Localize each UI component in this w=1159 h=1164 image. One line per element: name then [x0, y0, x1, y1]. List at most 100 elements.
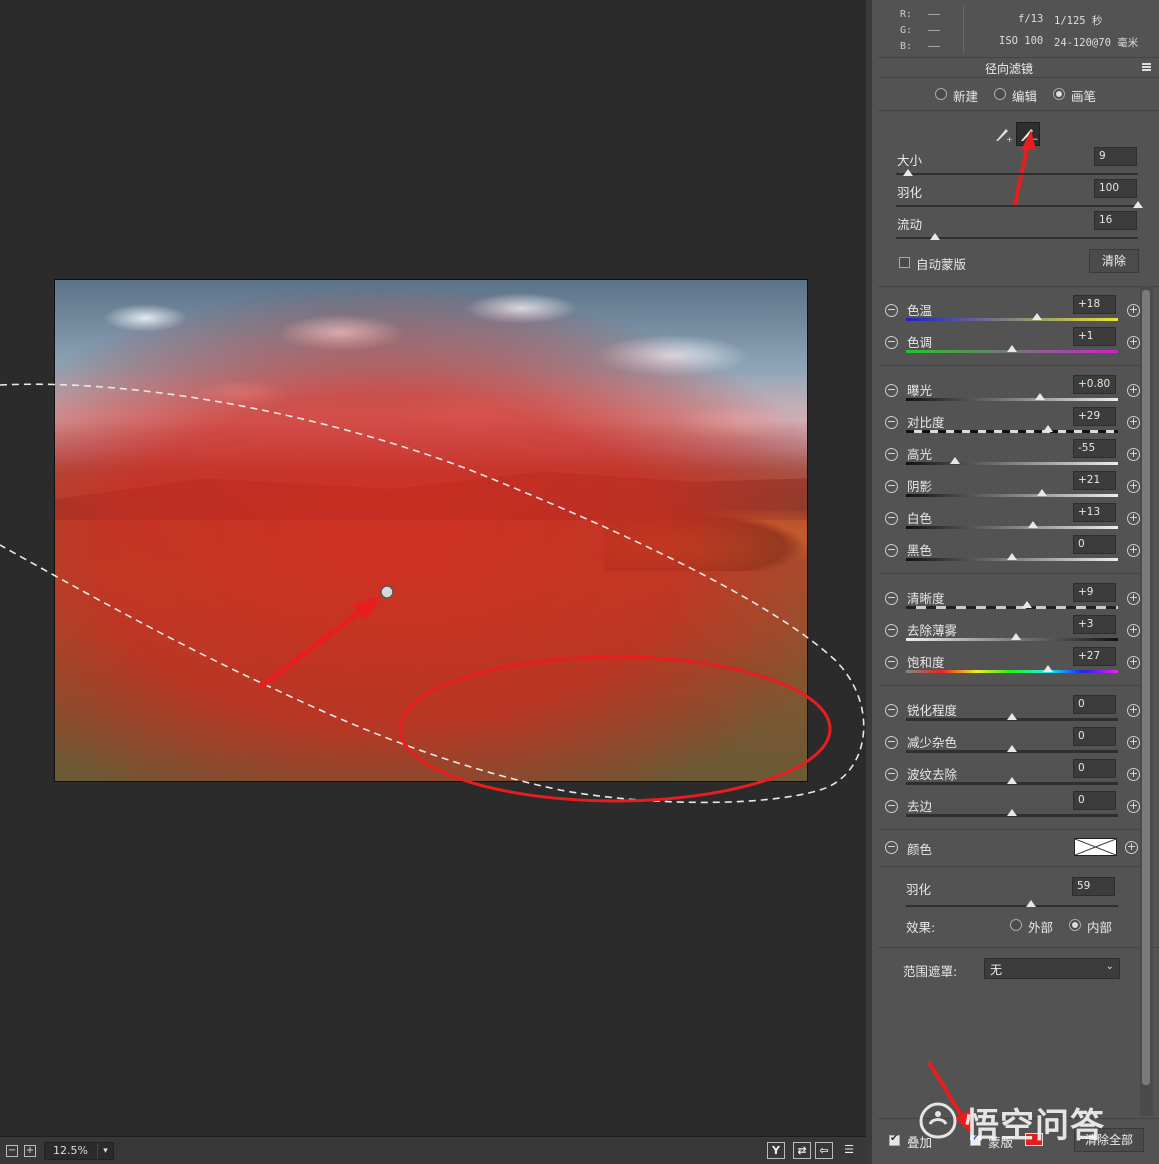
- adjustment-slider[interactable]: [906, 398, 1118, 401]
- increase-button[interactable]: +: [1127, 480, 1140, 493]
- clear-button[interactable]: 清除: [1089, 249, 1139, 273]
- panel-menu-icon[interactable]: [1142, 63, 1151, 71]
- decrease-button[interactable]: −: [885, 736, 898, 749]
- decrease-button[interactable]: −: [885, 512, 898, 525]
- adjustment-slider[interactable]: [906, 318, 1118, 321]
- zoom-out-button[interactable]: −: [6, 1145, 18, 1157]
- adjustment-slider-thumb[interactable]: [1011, 633, 1022, 640]
- decrease-button[interactable]: −: [885, 448, 898, 461]
- radial-filter-pin[interactable]: [380, 585, 394, 599]
- adjustment-value-input[interactable]: +1: [1073, 327, 1116, 346]
- color-swatch[interactable]: [1074, 838, 1117, 856]
- adjustment-slider[interactable]: [906, 670, 1118, 673]
- adjustment-slider-thumb[interactable]: [1043, 425, 1054, 432]
- adjustment-slider[interactable]: [906, 462, 1118, 465]
- brush-flow-input[interactable]: 16: [1094, 211, 1137, 230]
- decrease-button[interactable]: −: [885, 624, 898, 637]
- before-after-view-button[interactable]: Y: [767, 1142, 785, 1159]
- auto-mask-checkbox[interactable]: [899, 257, 910, 268]
- increase-button[interactable]: +: [1127, 512, 1140, 525]
- effect-inside-radio[interactable]: [1069, 919, 1081, 931]
- effect-outside-radio[interactable]: [1010, 919, 1022, 931]
- brush-size-slider[interactable]: [896, 173, 1138, 175]
- adjustment-value-input[interactable]: +29: [1073, 407, 1116, 426]
- adjustment-value-input[interactable]: +21: [1073, 471, 1116, 490]
- adjustment-slider-thumb[interactable]: [1007, 553, 1017, 560]
- adjustment-value-input[interactable]: +27: [1073, 647, 1116, 666]
- adjustment-slider-thumb[interactable]: [1007, 777, 1017, 784]
- brush-feather-slider[interactable]: [896, 205, 1138, 207]
- adjustment-value-input[interactable]: +3: [1073, 615, 1116, 634]
- decrease-button[interactable]: −: [885, 480, 898, 493]
- increase-button[interactable]: +: [1127, 624, 1140, 637]
- photo-preview[interactable]: [54, 279, 808, 782]
- increase-button[interactable]: +: [1127, 656, 1140, 669]
- increase-button[interactable]: +: [1127, 304, 1140, 317]
- brush-feather-thumb[interactable]: [1133, 201, 1143, 208]
- adjustment-slider-thumb[interactable]: [1032, 313, 1043, 320]
- increase-button[interactable]: +: [1127, 736, 1140, 749]
- adjustment-value-input[interactable]: 0: [1073, 535, 1116, 554]
- copy-settings-icon[interactable]: ⇦: [815, 1142, 833, 1159]
- mode-brush-radio[interactable]: [1053, 88, 1065, 100]
- adjustment-slider-thumb[interactable]: [1007, 745, 1017, 752]
- adjustment-slider-thumb[interactable]: [1007, 345, 1017, 352]
- overlay-checkbox[interactable]: [889, 1133, 900, 1146]
- decrease-button[interactable]: −: [885, 416, 898, 429]
- decrease-button[interactable]: −: [885, 800, 898, 813]
- swap-settings-icon[interactable]: ⇄: [793, 1142, 811, 1159]
- zoom-in-button[interactable]: +: [24, 1145, 36, 1157]
- decrease-button[interactable]: −: [885, 336, 898, 349]
- increase-button[interactable]: +: [1127, 416, 1140, 429]
- adjustment-value-input[interactable]: 0: [1073, 727, 1116, 746]
- adjustment-slider-thumb[interactable]: [1028, 521, 1039, 528]
- adjustment-slider-thumb[interactable]: [1036, 489, 1047, 496]
- decrease-button[interactable]: −: [885, 544, 898, 557]
- adjustment-slider-thumb[interactable]: [1021, 601, 1032, 608]
- decrease-button[interactable]: −: [885, 768, 898, 781]
- image-canvas[interactable]: [0, 0, 866, 1136]
- increase-button[interactable]: +: [1127, 592, 1140, 605]
- filter-feather-slider[interactable]: [906, 905, 1118, 907]
- decrease-button[interactable]: −: [885, 304, 898, 317]
- mode-new-radio[interactable]: [935, 88, 947, 100]
- decrease-button[interactable]: −: [885, 704, 898, 717]
- panel-scrollbar[interactable]: [1140, 286, 1153, 1116]
- increase-button[interactable]: +: [1127, 384, 1140, 397]
- increase-button[interactable]: +: [1127, 336, 1140, 349]
- adjustment-slider[interactable]: [906, 494, 1118, 497]
- increase-button[interactable]: +: [1127, 768, 1140, 781]
- range-mask-select[interactable]: 无 ⌄: [984, 958, 1120, 979]
- adjustment-slider[interactable]: [906, 430, 1118, 433]
- decrease-button[interactable]: −: [885, 592, 898, 605]
- brush-size-input[interactable]: 9: [1094, 147, 1137, 166]
- brush-feather-input[interactable]: 100: [1094, 179, 1137, 198]
- adjustment-slider-thumb[interactable]: [1043, 665, 1054, 672]
- toggle-defaults-icon[interactable]: ☰: [840, 1142, 858, 1159]
- zoom-level-select[interactable]: 12.5% ▾: [44, 1142, 114, 1160]
- mode-edit-radio[interactable]: [994, 88, 1006, 100]
- decrease-button[interactable]: −: [885, 384, 898, 397]
- adjustment-value-input[interactable]: +13: [1073, 503, 1116, 522]
- increase-button[interactable]: +: [1127, 448, 1140, 461]
- color-minus-button[interactable]: −: [885, 841, 898, 854]
- adjustment-value-input[interactable]: +9: [1073, 583, 1116, 602]
- adjustment-slider-thumb[interactable]: [1007, 713, 1017, 720]
- adjustment-value-input[interactable]: -55: [1073, 439, 1116, 458]
- increase-button[interactable]: +: [1127, 544, 1140, 557]
- adjustment-slider-thumb[interactable]: [1007, 809, 1017, 816]
- adjustment-value-input[interactable]: 0: [1073, 695, 1116, 714]
- color-plus-button[interactable]: +: [1125, 841, 1138, 854]
- brush-flow-thumb[interactable]: [929, 233, 940, 240]
- decrease-button[interactable]: −: [885, 656, 898, 669]
- adjustment-value-input[interactable]: +0.80: [1073, 375, 1116, 394]
- filter-feather-input[interactable]: 59: [1072, 877, 1115, 896]
- brush-size-thumb[interactable]: [903, 169, 914, 176]
- scrollbar-thumb[interactable]: [1142, 290, 1150, 1085]
- adjustment-value-input[interactable]: +18: [1073, 295, 1116, 314]
- adjustment-slider-thumb[interactable]: [1034, 393, 1045, 400]
- increase-button[interactable]: +: [1127, 704, 1140, 717]
- adjustment-value-input[interactable]: 0: [1073, 791, 1116, 810]
- adjustment-value-input[interactable]: 0: [1073, 759, 1116, 778]
- adjustment-slider[interactable]: [906, 606, 1118, 609]
